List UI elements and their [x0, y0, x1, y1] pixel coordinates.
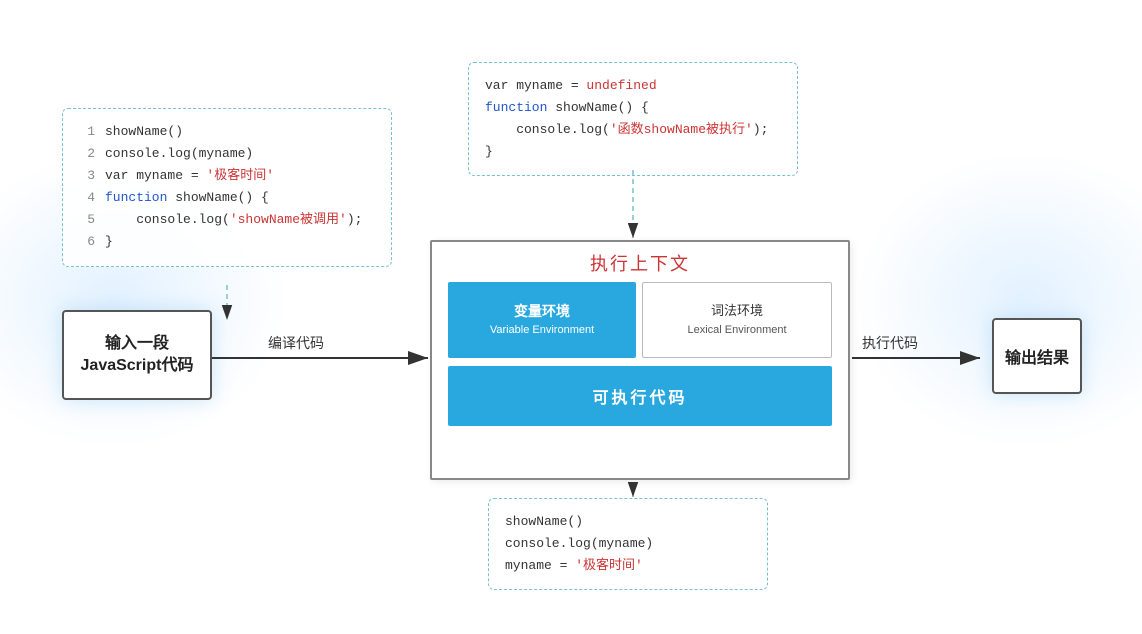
executable-code-box: 可执行代码 — [448, 366, 832, 426]
code-line-5: 5 console.log('showName被调用'); — [79, 209, 375, 231]
code-line-3: 3 var myname = '极客时间' — [79, 165, 375, 187]
variable-environment-box: 变量环境 Variable Environment — [448, 282, 636, 358]
exec-ctx-title: 执行上下文 — [432, 242, 848, 282]
output-box: 输出结果 — [992, 318, 1082, 394]
var-env-label-cn: 变量环境 — [514, 300, 570, 322]
output-label: 输出结果 — [1005, 344, 1069, 368]
var-env-label-en: Variable Environment — [490, 322, 594, 340]
code-line-4: 4 function showName() { — [79, 187, 375, 209]
code-line-2: 2 console.log(myname) — [79, 143, 375, 165]
lex-env-label-cn: 词法环境 — [711, 301, 763, 322]
input-box-line1: 输入一段 — [105, 333, 169, 355]
exec-context-box: 执行上下文 变量环境 Variable Environment 词法环境 Lex… — [430, 240, 850, 480]
code-box-topleft: 1 showName() 2 console.log(myname) 3 var… — [62, 108, 392, 267]
code-line-6: 6 } — [79, 231, 375, 253]
svg-text:编译代码: 编译代码 — [268, 335, 324, 351]
exec-line-1: showName() — [505, 511, 751, 533]
code-line-1: 1 showName() — [79, 121, 375, 143]
exec-code-label: 可执行代码 — [592, 384, 687, 408]
exec-ctx-env-row: 变量环境 Variable Environment 词法环境 Lexical E… — [432, 282, 848, 358]
hoist-line-1: var myname = undefined — [485, 75, 781, 97]
lex-env-label-en: Lexical Environment — [687, 322, 786, 340]
lexical-environment-box: 词法环境 Lexical Environment — [642, 282, 832, 358]
bg-glow-right — [852, 150, 1142, 450]
exec-line-2: console.log(myname) — [505, 533, 751, 555]
code-box-bottomcenter: showName() console.log(myname) myname = … — [488, 498, 768, 590]
hoist-line-4: } — [485, 141, 781, 163]
hoist-line-3: console.log('函数showName被执行'); — [485, 119, 781, 141]
input-box-line2: JavaScript代码 — [81, 355, 194, 377]
hoist-line-2: function showName() { — [485, 97, 781, 119]
svg-text:执行代码: 执行代码 — [862, 335, 918, 351]
exec-line-3: myname = '极客时间' — [505, 555, 751, 577]
input-box: 输入一段 JavaScript代码 — [62, 310, 212, 400]
code-box-topcenter: var myname = undefined function showName… — [468, 62, 798, 176]
